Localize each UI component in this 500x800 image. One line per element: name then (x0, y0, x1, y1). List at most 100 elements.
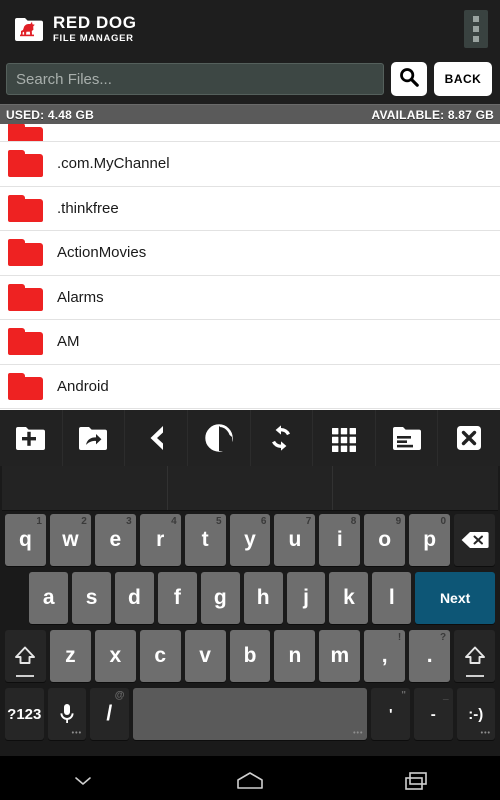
overflow-menu-icon[interactable] (464, 10, 488, 48)
hide-keyboard-chevron-icon[interactable] (0, 756, 167, 800)
key-f[interactable]: f (157, 572, 197, 624)
overflow-dot (473, 26, 479, 32)
key-w[interactable]: 2 w (49, 514, 91, 566)
folder-icon (8, 239, 43, 267)
table-row[interactable]: ActionMovies (0, 231, 500, 276)
red-dog-folder-logo (14, 16, 44, 42)
home-icon[interactable] (167, 756, 334, 800)
key-period[interactable]: ? . (409, 630, 451, 682)
key-n[interactable]: n (274, 630, 316, 682)
symbols-key[interactable]: ?123 (5, 688, 44, 740)
app-header: RED DOG FILE MANAGER (0, 0, 500, 58)
brand-subtitle: FILE MANAGER (53, 33, 134, 45)
new-folder-icon[interactable] (0, 410, 63, 466)
list-item-label: Alarms (57, 288, 104, 306)
key-comma[interactable]: ! , (364, 630, 406, 682)
key-i[interactable]: 8 i (319, 514, 361, 566)
grid-view-icon[interactable] (313, 410, 376, 466)
microphone-icon[interactable]: ••• (47, 688, 87, 740)
key-o[interactable]: 9 o (364, 514, 406, 566)
system-navigation-bar (0, 756, 500, 800)
shift-icon[interactable] (454, 630, 495, 682)
key-m[interactable]: m (319, 630, 361, 682)
table-row[interactable]: .thinkfree (0, 186, 500, 231)
folder-share-icon[interactable] (63, 410, 126, 466)
key-label: x (109, 644, 122, 667)
folder-icon (8, 372, 43, 400)
key-label: t (201, 528, 209, 551)
emoji-key[interactable]: :-) ••• (456, 688, 496, 740)
apostrophe-key[interactable]: " ' (371, 688, 410, 740)
refresh-icon[interactable] (251, 410, 314, 466)
key-u[interactable]: 7 u (274, 514, 316, 566)
search-bar: BACK (0, 58, 500, 104)
key-s[interactable]: s (72, 572, 112, 624)
suggestion-slot[interactable] (166, 466, 333, 510)
table-row[interactable]: AM (0, 320, 500, 365)
key-z[interactable]: z (49, 630, 91, 682)
key-e[interactable]: 3 e (94, 514, 136, 566)
key-p[interactable]: 0 p (409, 514, 451, 566)
key-h[interactable]: h (243, 572, 283, 624)
key-label: j (303, 586, 309, 609)
recent-apps-icon[interactable] (333, 756, 500, 800)
key-v[interactable]: v (184, 630, 226, 682)
folder-icon (8, 283, 43, 311)
search-icon (398, 66, 420, 93)
space-key[interactable]: ••• (132, 688, 368, 740)
key-label: g (213, 586, 227, 609)
key-label: u (288, 528, 302, 551)
key-label: v (199, 644, 211, 667)
key-label: - (430, 705, 436, 723)
dash-key[interactable]: _ - (413, 688, 453, 740)
key-l[interactable]: l (372, 572, 412, 624)
key-longpress-dots: ••• (71, 730, 83, 737)
key-hint: " (401, 690, 406, 701)
key-x[interactable]: x (94, 630, 136, 682)
key-label: p (423, 528, 437, 551)
search-circle-icon[interactable] (188, 410, 251, 466)
search-button[interactable] (391, 62, 427, 96)
key-t[interactable]: 5 t (184, 514, 226, 566)
storage-used-label: USED: 4.48 GB (6, 107, 94, 122)
table-row[interactable]: .com.MyChannel (0, 142, 500, 187)
back-chevron-icon[interactable] (125, 410, 188, 466)
key-q[interactable]: 1 q (5, 514, 46, 566)
key-label: l (388, 586, 395, 609)
keyboard-row-2: a s d f g h j k l Next (2, 569, 498, 627)
key-g[interactable]: g (200, 572, 240, 624)
key-r[interactable]: 4 r (139, 514, 181, 566)
list-item[interactable] (0, 124, 500, 142)
folder-details-icon[interactable] (376, 410, 439, 466)
suggestion-strip[interactable] (2, 466, 498, 511)
file-list[interactable]: .com.MyChannel .thinkfree ActionMovies A… (0, 124, 500, 410)
brand-title: RED DOG (53, 13, 137, 33)
overflow-dot (473, 16, 479, 22)
table-row[interactable]: Alarms (0, 275, 500, 320)
key-hint: 6 (260, 516, 267, 527)
key-y[interactable]: 6 y (229, 514, 271, 566)
slash-key[interactable]: @ / (90, 688, 129, 740)
backspace-icon[interactable] (454, 514, 495, 566)
back-button[interactable]: BACK (434, 62, 492, 96)
key-k[interactable]: k (329, 572, 369, 624)
enter-next-key[interactable]: Next (415, 572, 495, 624)
list-item-label: Android (57, 377, 109, 395)
key-b[interactable]: b (229, 630, 271, 682)
key-d[interactable]: d (115, 572, 154, 624)
key-c[interactable]: c (139, 630, 181, 682)
search-input[interactable] (6, 63, 384, 95)
key-label: n (288, 644, 302, 667)
key-j[interactable]: j (286, 572, 326, 624)
key-label: d (128, 586, 141, 609)
table-row[interactable]: Android (0, 364, 500, 409)
shift-icon[interactable] (5, 630, 46, 682)
suggestion-slot[interactable] (332, 466, 498, 510)
folder-icon (8, 328, 43, 356)
key-a[interactable]: a (29, 572, 69, 624)
close-icon[interactable] (438, 410, 500, 466)
suggestion-slot[interactable] (2, 466, 167, 510)
shift-underline (16, 675, 35, 677)
key-label: o (378, 528, 392, 551)
folder-icon (8, 150, 43, 178)
